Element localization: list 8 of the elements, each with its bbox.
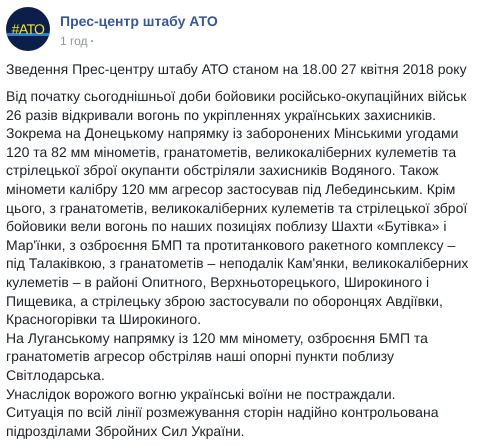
post-paragraph: Унаслідок ворожого вогню українські воїни не постраждали. xyxy=(6,384,397,404)
avatar[interactable]: #АТО xyxy=(6,7,50,51)
author-link[interactable]: Прес-центр штабу АТО xyxy=(60,12,218,30)
avatar-text: #АТО xyxy=(12,22,44,36)
post-paragraph: Від початку сьогоднішньої доби бойовики російсько-окупаційних військ 26 разів відкривали вогонь по укріпленнях українських захисників. Зокрема на Донецькому напрямку із заборонених Мінськими угодами 120 та 82 мм мінометів, гранатометів, великокаліберних кулеметів та стрілецької зброї окупанти обстріляли захисників Водяного. Також міномети калібру 120 мм агресор застосував під Лебединським. Крім цього, з гранатометів, великокаліберних кулеметів та стрілецької зброї бойовики вели вогонь по наших позиціях поблизу Шахти «Бутівка» і Мар'їнки, з озброєння БМП та протитанкового ракетного комплексу – під Талаківкою, з гранатометів – неподалік Кам'янки, великокаліберних кулеметів – в районі Опитного, Верхньоторецького, Широкиного і Пищевика, а стрілецьку зброю застосували по оборонцях Авдіївки, Красногорівки та Широкиного. xyxy=(6,87,470,329)
post-paragraph: На Луганському напрямку із 120 мм міномету, озброєння БМП та гранатометів агресор обстріляв наші опорні пункти поблизу Світлодарська. xyxy=(6,328,429,384)
post-title: Зведення Прес-центру штабу АТО станом на 18.00 27 квітня 2018 року xyxy=(6,60,468,79)
post-paragraph: Ситуація по всій лінії розмежування сторін надійно контрольована підрозділами Збройних Сил України. xyxy=(6,403,440,440)
